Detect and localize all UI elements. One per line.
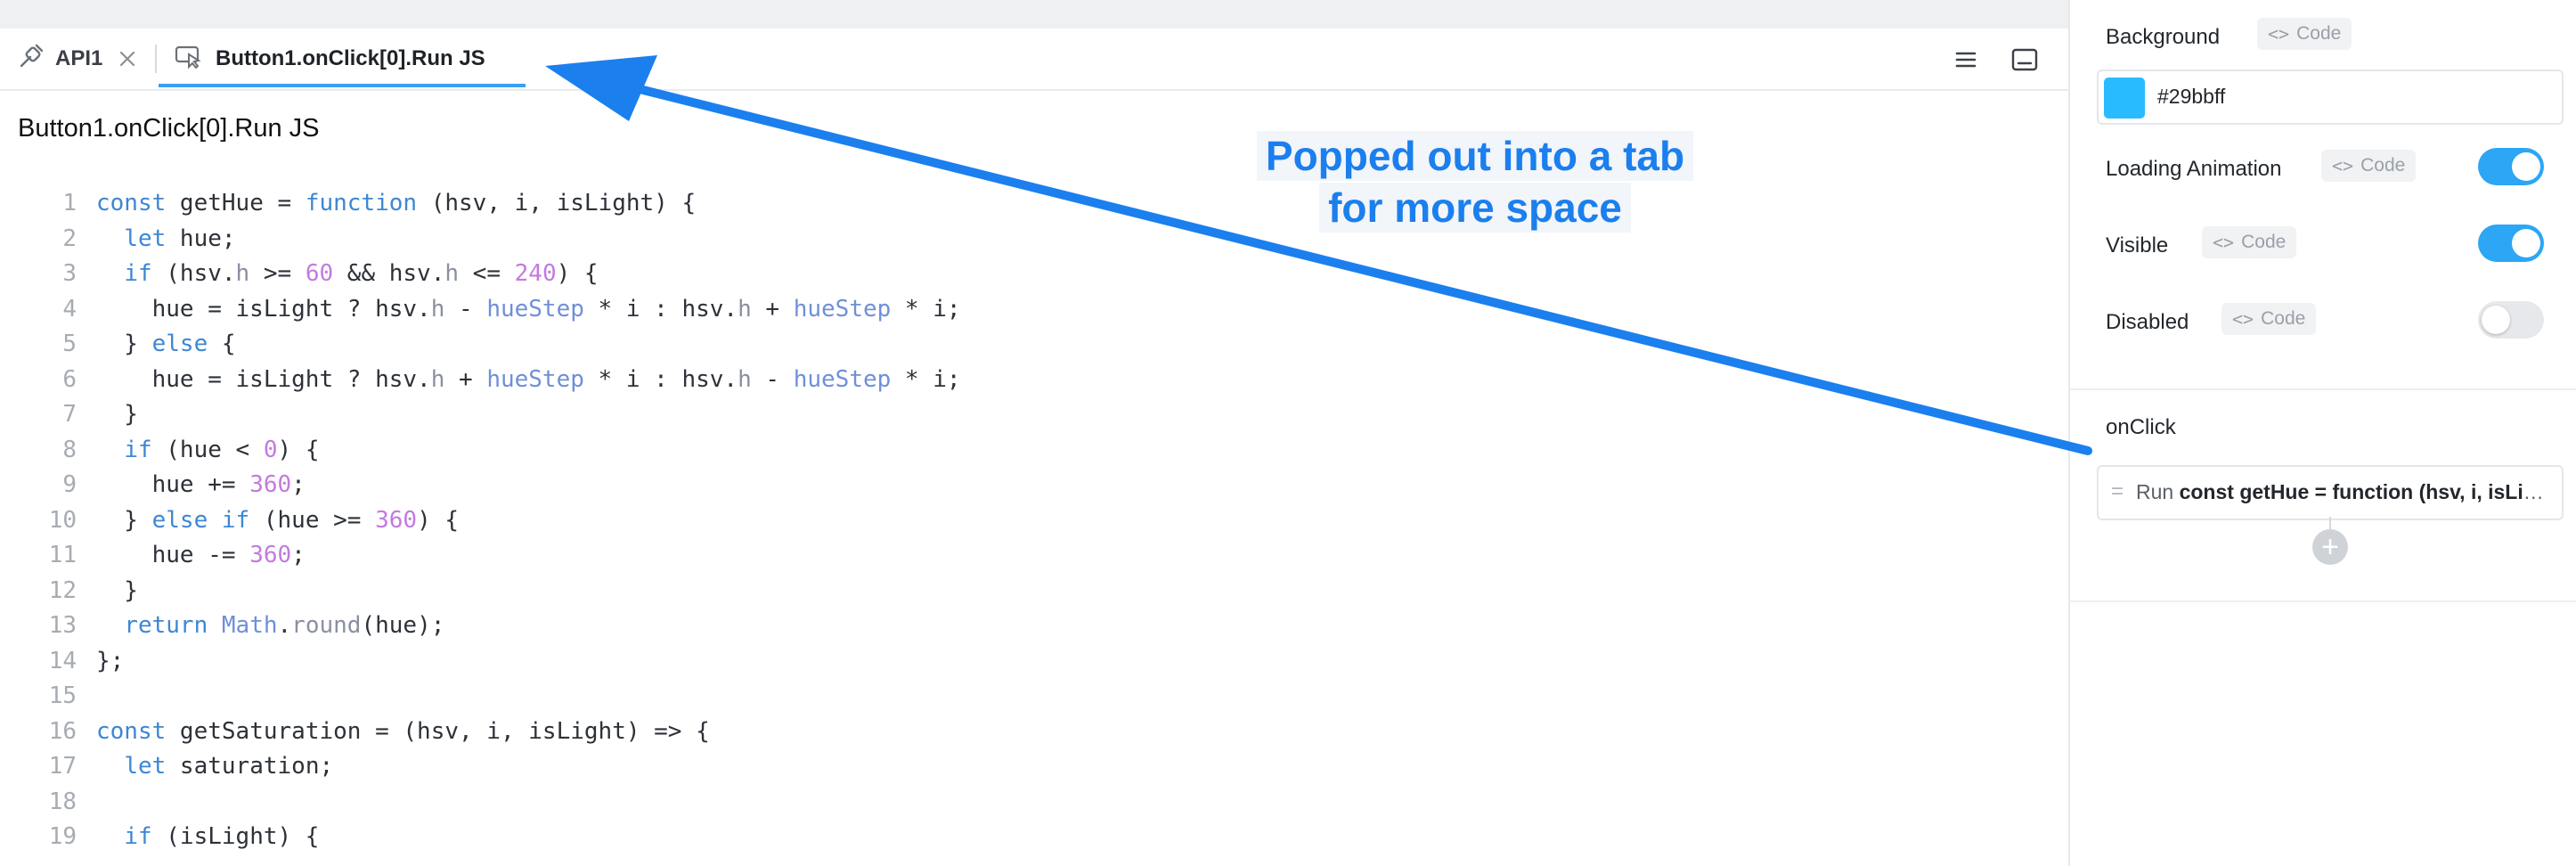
annotation-callout: Popped out into a tab for more space [1243, 130, 1707, 233]
annotation-line-1: Popped out into a tab [1256, 131, 1694, 181]
annotation-line-2: for more space [1319, 183, 1631, 233]
